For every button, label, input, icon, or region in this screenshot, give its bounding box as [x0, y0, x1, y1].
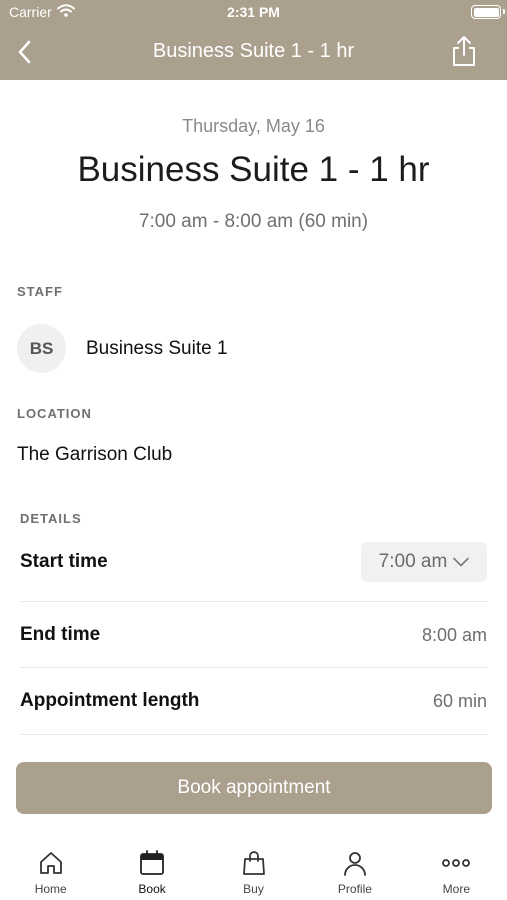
tab-buy[interactable]: Buy: [203, 840, 304, 900]
tab-book-label: Book: [138, 882, 166, 896]
chevron-left-icon: [18, 40, 31, 64]
tab-more-label: More: [442, 882, 470, 896]
shopping-bag-icon: [239, 848, 269, 878]
end-time-label: End time: [20, 624, 101, 645]
divider: [20, 734, 487, 735]
divider: [20, 667, 487, 668]
share-button[interactable]: [449, 34, 479, 68]
tab-profile-label: Profile: [337, 882, 372, 896]
tab-home[interactable]: Home: [0, 840, 101, 900]
battery-tip: [503, 9, 505, 14]
home-icon: [36, 848, 66, 878]
staff-avatar: BS: [17, 324, 66, 373]
battery-icon: [471, 5, 501, 19]
start-time-row: Start time 7:00 am: [20, 542, 487, 582]
app-header: Carrier 2:31 PM Business Suite 1 - 1 hr: [0, 0, 507, 80]
start-time-picker[interactable]: 7:00 am: [361, 542, 487, 582]
end-time-row: End time 8:00 am: [20, 620, 487, 650]
appointment-time-range: 7:00 am - 8:00 am (60 min): [138, 211, 369, 232]
staff-name: Business Suite 1: [86, 338, 228, 359]
start-time-value: 7:00 am: [378, 551, 448, 572]
chevron-down-icon: [453, 557, 470, 567]
share-icon: [453, 36, 475, 66]
appointment-title: Business Suite 1 - 1 hr: [77, 150, 430, 189]
status-bar: Carrier 2:31 PM: [0, 0, 507, 26]
divider: [20, 601, 487, 602]
staff-section-label: STAFF: [17, 284, 63, 299]
end-time-value: 8:00 am: [421, 624, 487, 645]
appointment-date: Thursday, May 16: [182, 116, 325, 136]
appointment-length-value: 60 min: [432, 690, 487, 711]
appointment-length-row: Appointment length 60 min: [20, 686, 487, 716]
back-button[interactable]: [10, 36, 38, 68]
start-time-label: Start time: [20, 551, 108, 572]
tab-home-label: Home: [34, 882, 67, 896]
location-name: The Garrison Club: [17, 444, 173, 465]
location-section-label: LOCATION: [17, 406, 92, 421]
more-icon: [441, 848, 471, 878]
tab-profile[interactable]: Profile: [304, 840, 405, 900]
nav-title: Business Suite 1 - 1 hr: [152, 40, 355, 62]
tab-book[interactable]: Book: [101, 840, 202, 900]
status-time: 2:31 PM: [227, 4, 280, 20]
tab-more[interactable]: More: [406, 840, 507, 900]
tab-buy-label: Buy: [243, 882, 264, 896]
person-icon: [340, 848, 370, 878]
appointment-length-label: Appointment length: [20, 690, 200, 711]
details-section-label: DETAILS: [20, 511, 82, 526]
calendar-icon: [137, 848, 167, 878]
book-appointment-button[interactable]: Book appointment: [16, 762, 492, 814]
tab-bar: Home Book Buy Profile More: [0, 840, 507, 900]
